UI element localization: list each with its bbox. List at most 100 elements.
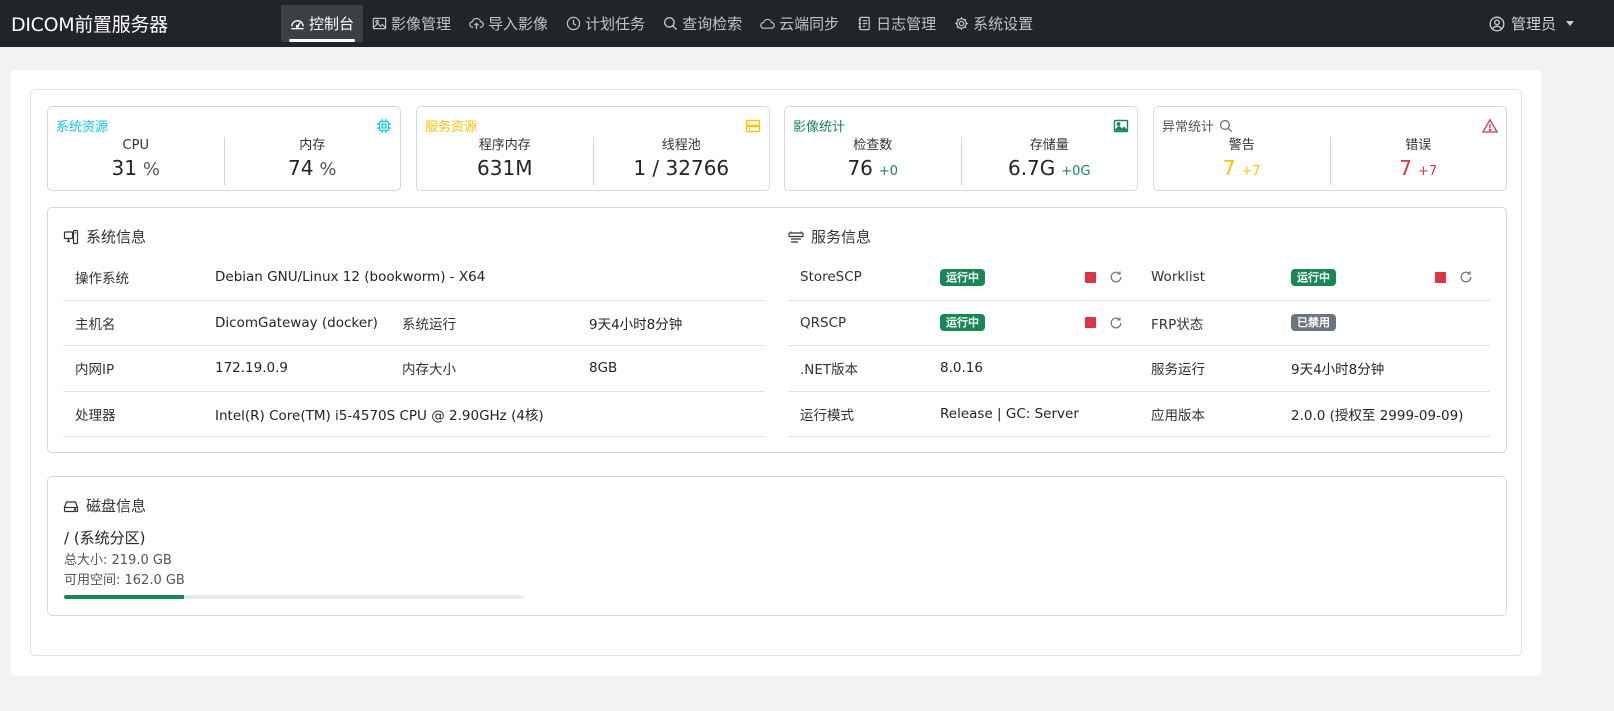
- storage-stat: 存储量 6.7G +0G: [960, 137, 1138, 185]
- error-value: 7: [1399, 156, 1413, 180]
- memory-size-value: 8GB: [589, 360, 618, 377]
- nav-scheduled-tasks-label: 计划任务: [585, 15, 646, 33]
- nav-import-images-label: 导入影像: [488, 15, 549, 33]
- nav-image-management-label: 影像管理: [391, 15, 452, 33]
- thread-pool-value: 1 / 32766: [633, 156, 730, 180]
- warning-stat: 警告 7 +7: [1154, 137, 1330, 185]
- main-container: 系统资源 CPU 31% 内存 74% 服务资源 程序内存 631M 线程池 1…: [11, 70, 1541, 676]
- error-label: 错误: [1405, 138, 1432, 153]
- exception-stats-header: 异常统计: [1162, 116, 1233, 135]
- app-title[interactable]: DICOM前置服务器: [0, 10, 281, 37]
- qrscp-stop-button[interactable]: [1085, 317, 1096, 329]
- storescp-status-badge: 运行中: [940, 268, 985, 286]
- disk-info-title: 磁盘信息: [86, 497, 147, 515]
- program-memory-value: 631M: [477, 156, 533, 180]
- dotnet-version-value: 8.0.16: [940, 360, 983, 377]
- router-icon: [788, 231, 804, 243]
- worklist-stop-button[interactable]: [1435, 271, 1446, 283]
- nav-scheduled-tasks[interactable]: 计划任务: [557, 0, 654, 47]
- app-version-label: 应用版本: [1151, 407, 1205, 424]
- cpu-stat: CPU 31%: [48, 137, 224, 185]
- table-row: .NET版本 8.0.16 服务运行 9天4小时8分钟: [788, 346, 1490, 392]
- system-uptime-value: 9天4小时8分钟: [589, 316, 683, 333]
- service-resources-title: 服务资源: [425, 120, 478, 135]
- memory-value: 74: [287, 156, 314, 180]
- qrscp-restart-icon[interactable]: [1109, 316, 1123, 330]
- storage-label: 存储量: [1029, 138, 1069, 153]
- worklist-label: Worklist: [1151, 269, 1206, 286]
- nav-image-management[interactable]: 影像管理: [363, 0, 460, 47]
- storage-value: 6.7G: [1007, 156, 1056, 180]
- thread-pool-stat: 线程池 1 / 32766: [592, 137, 770, 185]
- system-info-header: 系统信息: [63, 226, 146, 247]
- storescp-restart-icon[interactable]: [1109, 270, 1123, 284]
- nav-cloud-sync[interactable]: 云端同步: [751, 0, 848, 47]
- disk-usage-progress: [64, 595, 524, 599]
- study-count-value: 76: [847, 156, 873, 180]
- service-uptime-label: 服务运行: [1151, 362, 1205, 379]
- cpu-value: 31: [111, 156, 137, 180]
- memory-stat: 内存 74%: [223, 137, 401, 185]
- nav-system-settings[interactable]: 系统设置: [945, 0, 1042, 47]
- table-row: 主机名 DicomGateway (docker) 系统运行 9天4小时8分钟: [63, 301, 765, 346]
- system-resources-title: 系统资源: [56, 120, 109, 135]
- table-row: 内网IP 172.19.0.9 内存大小 8GB: [63, 346, 765, 392]
- nav-log-management[interactable]: 日志管理: [848, 0, 945, 47]
- os-label: 操作系统: [75, 271, 129, 288]
- cloud-icon: [760, 18, 775, 29]
- service-info-table: StoreSCP 运行中 Worklist 运行中 QRSCP 运行中 FRP状…: [788, 255, 1490, 437]
- user-menu[interactable]: 管理员: [1489, 0, 1574, 47]
- disk-info-header: 磁盘信息: [63, 495, 146, 516]
- image-stats-card: 影像统计 检查数 76 +0 存储量 6.7G +0G: [784, 106, 1138, 191]
- pc-display-icon: [63, 229, 79, 244]
- error-stat: 错误 7 +7: [1329, 137, 1507, 185]
- nav-log-management-label: 日志管理: [876, 15, 937, 33]
- run-mode-value: Release | GC: Server: [940, 405, 1079, 422]
- hdd-icon: [63, 500, 79, 512]
- service-info-header: 服务信息: [788, 226, 871, 247]
- nav-cloud-sync-label: 云端同步: [779, 15, 840, 33]
- main-nav: 控制台 影像管理 导入影像 计划任务 查询检索 云端同步 日志管理 系统设置: [281, 0, 1042, 47]
- image-stats-title: 影像统计: [793, 120, 846, 135]
- image-icon: [372, 17, 387, 30]
- qrscp-label: QRSCP: [800, 314, 847, 331]
- nav-query-retrieve[interactable]: 查询检索: [654, 0, 751, 47]
- ip-label: 内网IP: [75, 362, 115, 379]
- warning-delta: +7: [1241, 164, 1261, 179]
- processor-value: Intel(R) Core(TM) i5-4570S CPU @ 2.90GHz…: [215, 407, 544, 424]
- nav-system-settings-label: 系统设置: [973, 15, 1034, 33]
- table-row: 处理器 Intel(R) Core(TM) i5-4570S CPU @ 2.9…: [63, 392, 765, 437]
- service-uptime-value: 9天4小时8分钟: [1291, 362, 1385, 379]
- nav-dashboard[interactable]: 控制台: [281, 5, 364, 42]
- disk-info-card: 磁盘信息 / (系统分区) 总大小: 219.0 GB 可用空间: 162.0 …: [47, 476, 1507, 616]
- search-icon[interactable]: [1219, 119, 1233, 133]
- user-circle-icon: [1489, 16, 1505, 31]
- processor-label: 处理器: [75, 407, 116, 424]
- qrscp-status-badge: 运行中: [940, 314, 985, 332]
- memory-label: 内存: [299, 138, 326, 153]
- system-resources-card: 系统资源 CPU 31% 内存 74%: [47, 106, 401, 191]
- disk-free-space: 可用空间: 162.0 GB: [64, 573, 185, 588]
- system-info-title: 系统信息: [86, 228, 147, 246]
- storescp-stop-button[interactable]: [1085, 271, 1096, 283]
- hostname-label: 主机名: [75, 316, 116, 333]
- worklist-restart-icon[interactable]: [1459, 270, 1473, 284]
- top-navbar: DICOM前置服务器 控制台 影像管理 导入影像 计划任务 查询检索 云端同步 …: [0, 0, 1614, 47]
- disk-total-size: 总大小: 219.0 GB: [64, 553, 172, 568]
- program-memory-label: 程序内存: [478, 138, 531, 153]
- warning-triangle-icon: [1482, 118, 1498, 133]
- image-icon: [1113, 119, 1129, 133]
- info-card: 系统信息 操作系统 Debian GNU/Linux 12 (bookworm)…: [47, 207, 1507, 453]
- memory-size-label: 内存大小: [402, 362, 456, 379]
- worklist-status-badge: 运行中: [1291, 268, 1336, 286]
- study-count-delta: +0: [878, 164, 899, 179]
- ip-value: 172.19.0.9: [215, 360, 288, 377]
- table-row: StoreSCP 运行中 Worklist 运行中: [788, 255, 1490, 301]
- clock-icon: [566, 16, 581, 31]
- nav-import-images[interactable]: 导入影像: [460, 0, 557, 47]
- memory-unit: %: [319, 159, 337, 180]
- os-value: Debian GNU/Linux 12 (bookworm) - X64: [215, 269, 486, 286]
- disk-partition-name: / (系统分区): [64, 529, 146, 547]
- thread-pool-label: 线程池: [661, 138, 701, 153]
- nav-dashboard-label: 控制台: [309, 15, 355, 33]
